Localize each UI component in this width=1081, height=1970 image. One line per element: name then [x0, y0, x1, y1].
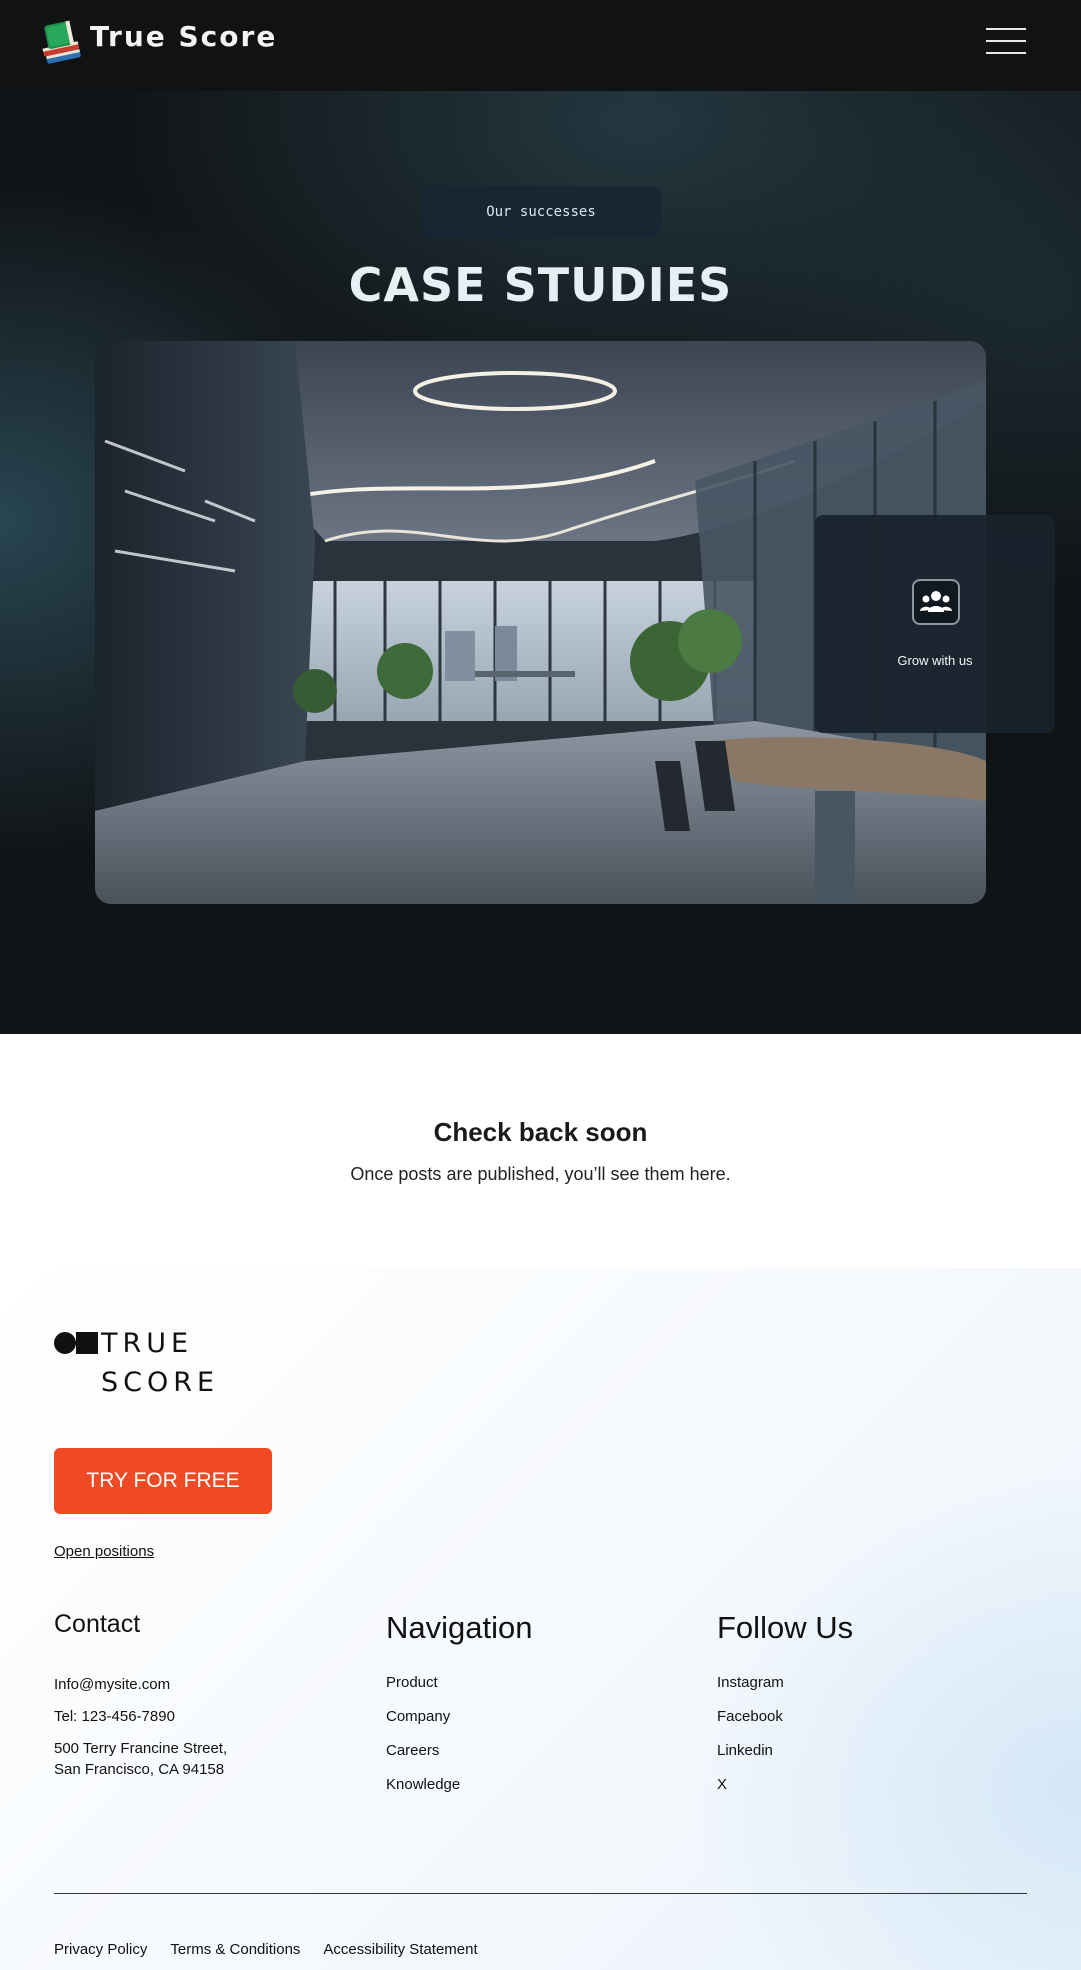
- navigation-heading: Navigation: [386, 1610, 533, 1645]
- address-line1: 500 Terry Francine Street,: [54, 1740, 228, 1757]
- footer-divider: [54, 1893, 1027, 1894]
- contact-phone: Tel: 123-456-7890: [54, 1708, 175, 1725]
- site-footer: TRUE SCORE TRY FOR FREE Open positions C…: [0, 1268, 1081, 1970]
- follow-us-heading: Follow Us: [717, 1610, 854, 1645]
- footer-logo-line2: SCORE: [101, 1367, 220, 1398]
- books-icon[interactable]: [40, 18, 90, 70]
- social-link-x[interactable]: X: [717, 1776, 784, 1810]
- footer-logo[interactable]: TRUE SCORE: [54, 1328, 254, 1410]
- empty-state-subtitle: Once posts are published, you’ll see the…: [350, 1164, 731, 1184]
- open-positions-link[interactable]: Open positions: [54, 1543, 154, 1560]
- hero-eyebrow: Our successes: [421, 186, 661, 238]
- address-line2: San Francisco, CA 94158: [54, 1761, 225, 1778]
- contact-heading: Contact: [54, 1610, 141, 1638]
- nav-link-careers[interactable]: Careers: [386, 1742, 460, 1776]
- hamburger-icon[interactable]: [986, 26, 1026, 56]
- nav-link-product[interactable]: Product: [386, 1674, 460, 1708]
- follow-us-column: Follow Us Instagram Facebook Linkedin X: [717, 1610, 1037, 1793]
- page-title: CASE STUDIES: [348, 258, 733, 312]
- social-link-linkedin[interactable]: Linkedin: [717, 1742, 784, 1776]
- site-header: True Score: [0, 0, 1081, 91]
- nav-link-knowledge[interactable]: Knowledge: [386, 1776, 460, 1810]
- social-link-instagram[interactable]: Instagram: [717, 1674, 784, 1708]
- terms-conditions-link[interactable]: Terms & Conditions: [170, 1941, 300, 1958]
- contact-email[interactable]: Info@mysite.com: [54, 1674, 227, 1695]
- nav-link-company[interactable]: Company: [386, 1708, 460, 1742]
- logo-square-shape: [76, 1332, 98, 1354]
- grow-with-us-card[interactable]: Grow with us: [815, 515, 1055, 733]
- brand-name[interactable]: True Score: [90, 20, 277, 53]
- empty-state-title: Check back soon: [433, 1117, 648, 1147]
- contact-column: Contact Info@mysite.com Tel: 123-456-789…: [54, 1610, 374, 1778]
- grow-with-us-label: Grow with us: [897, 653, 973, 668]
- privacy-policy-link[interactable]: Privacy Policy: [54, 1941, 147, 1958]
- legal-links: Privacy Policy Terms & Conditions Access…: [54, 1941, 478, 1958]
- accessibility-statement-link[interactable]: Accessibility Statement: [323, 1941, 477, 1958]
- try-for-free-button[interactable]: TRY FOR FREE: [54, 1448, 272, 1514]
- navigation-column: Navigation Product Company Careers Knowl…: [386, 1610, 706, 1793]
- logo-circle-shape: [54, 1332, 76, 1354]
- social-link-facebook[interactable]: Facebook: [717, 1708, 784, 1742]
- footer-logo-line1: TRUE: [101, 1328, 194, 1359]
- team-icon: [912, 579, 960, 625]
- hero-section: True Score Our successes CASE STUDIES Gr…: [0, 0, 1081, 1034]
- contact-address: 500 Terry Francine Street, San Francisco…: [54, 1738, 227, 1780]
